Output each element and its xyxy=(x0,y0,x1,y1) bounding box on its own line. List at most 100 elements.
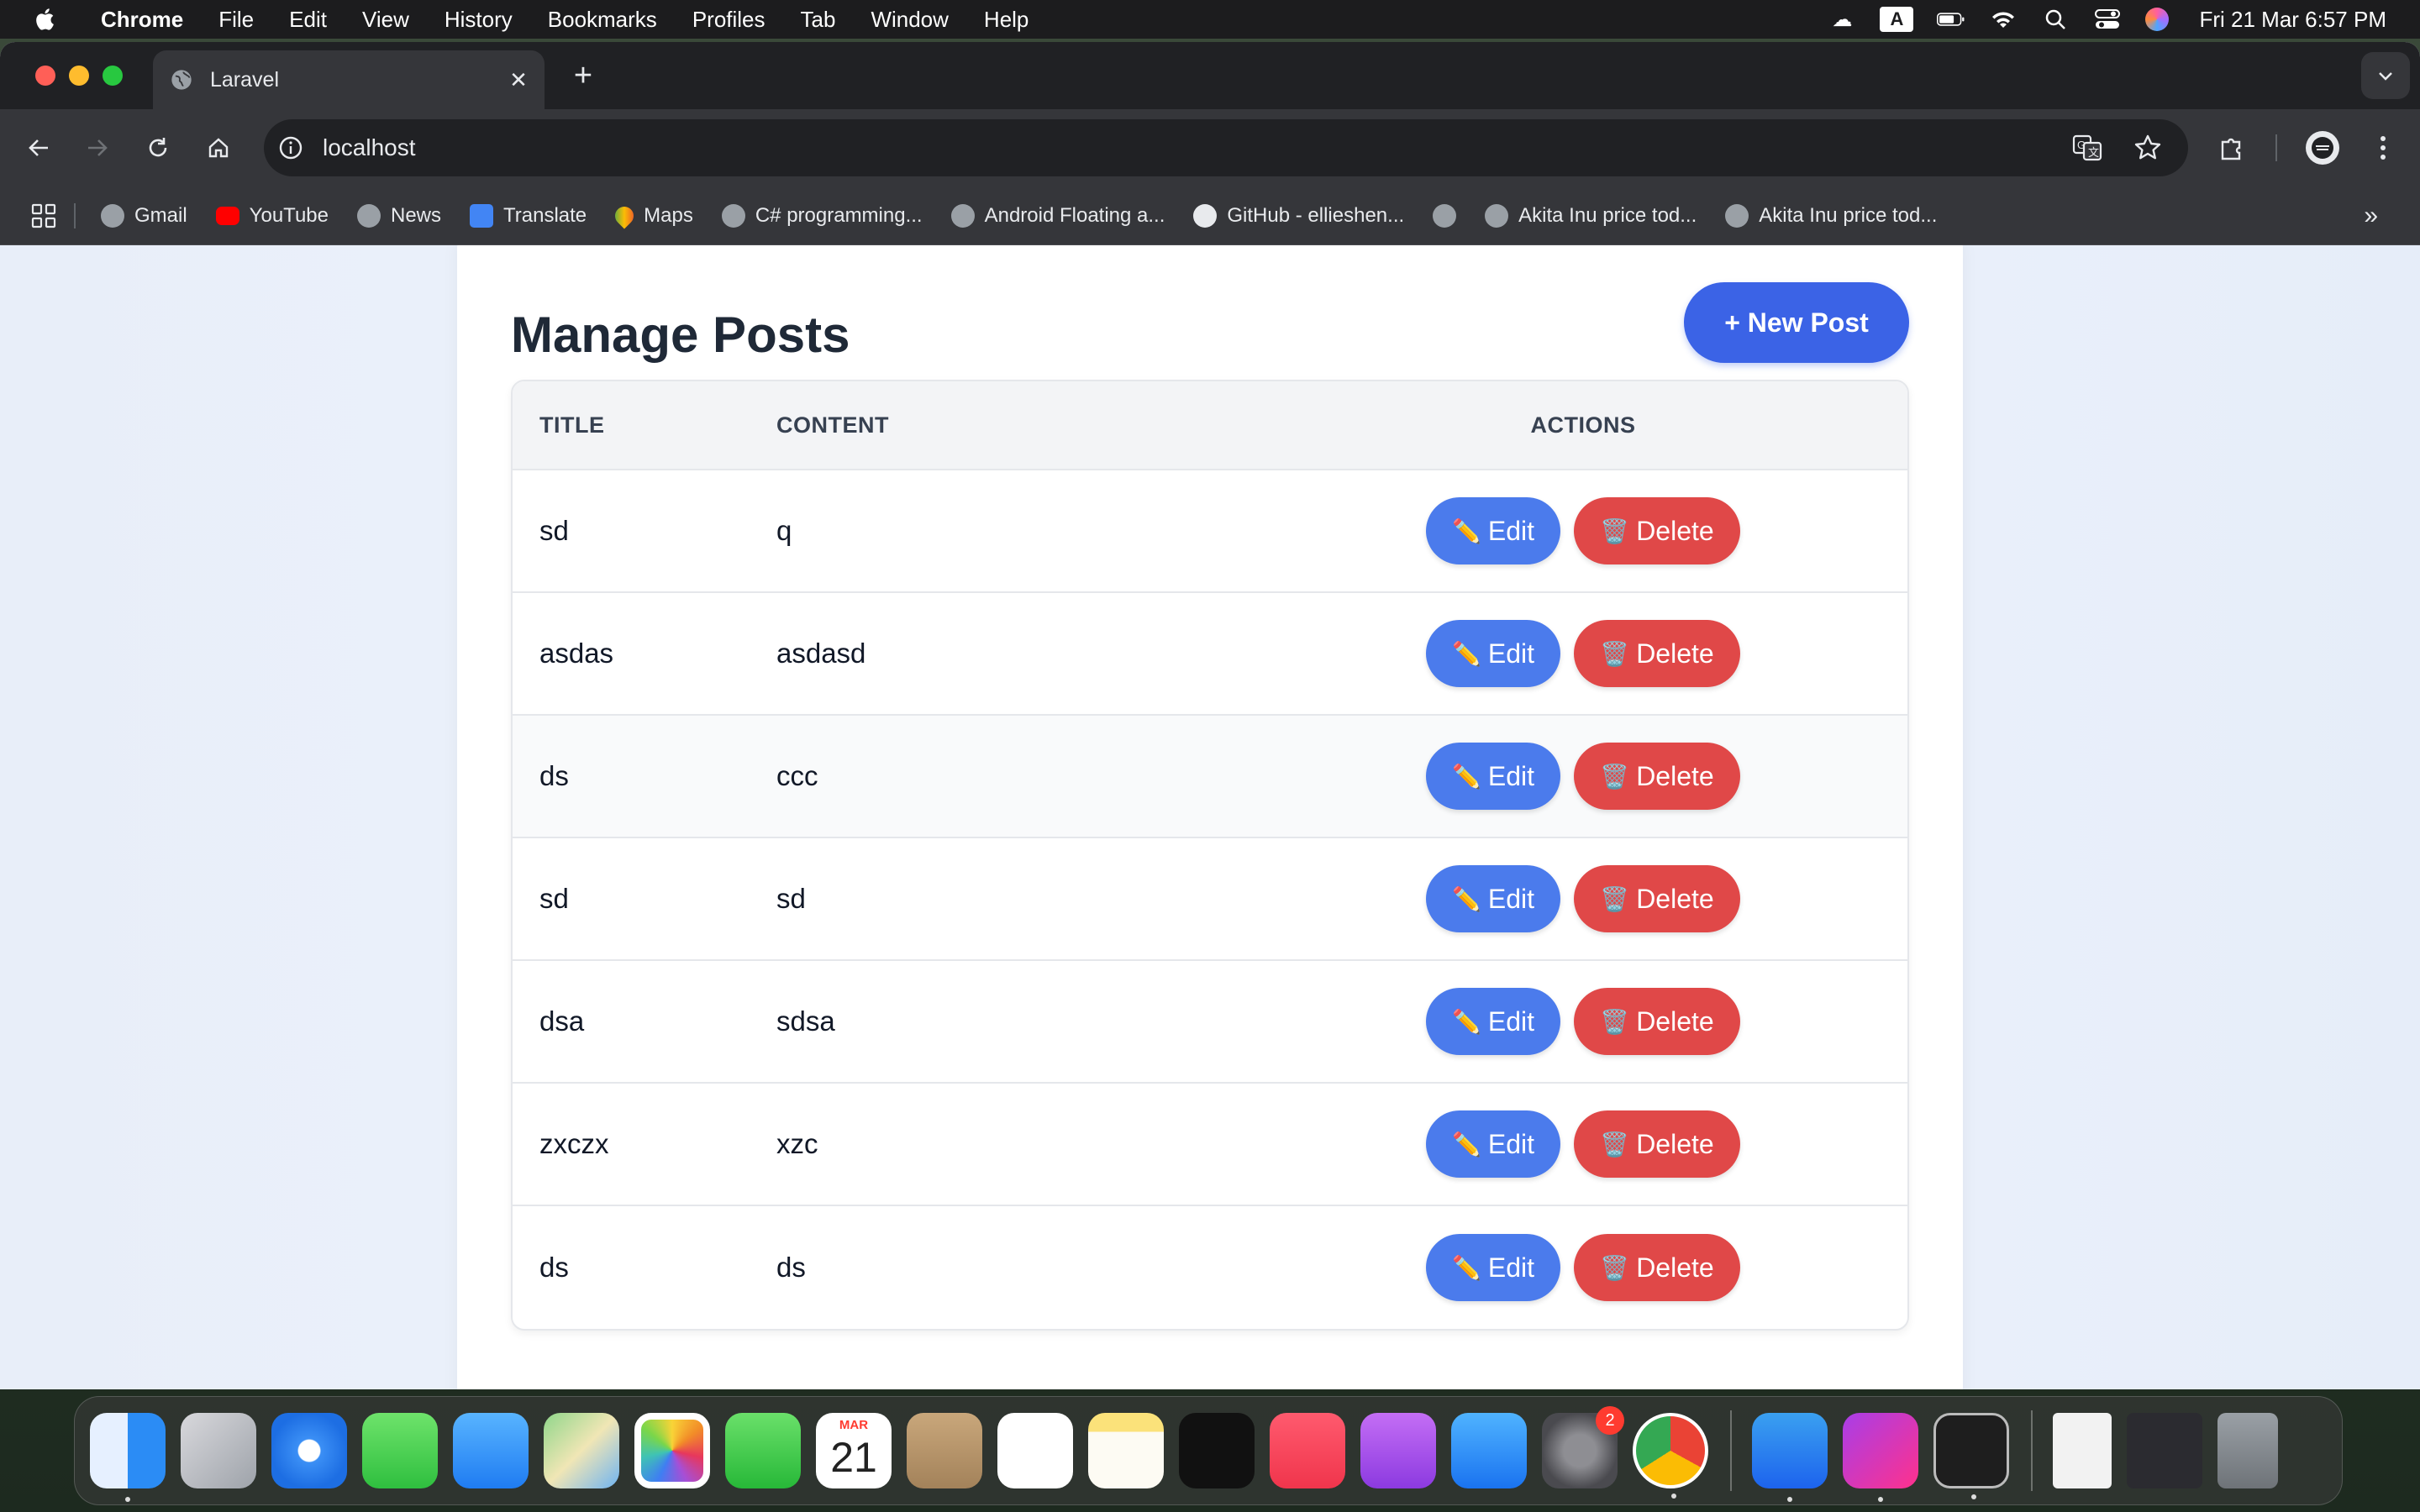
column-header-content[interactable]: CONTENT xyxy=(776,412,1259,438)
menu-file[interactable]: File xyxy=(218,7,254,33)
home-button[interactable] xyxy=(200,129,237,166)
tab-search-button[interactable] xyxy=(2361,52,2410,99)
launchpad-icon[interactable] xyxy=(181,1413,256,1488)
menu-view[interactable]: View xyxy=(362,7,409,33)
site-info-icon[interactable] xyxy=(277,134,304,161)
apple-tv-icon[interactable] xyxy=(1179,1413,1255,1488)
delete-button[interactable]: 🗑️ Delete xyxy=(1574,497,1740,564)
bookmark-youtube[interactable]: YouTube xyxy=(215,204,329,228)
system-settings-icon[interactable]: 2 xyxy=(1542,1406,1624,1488)
table-row: sd sd ✏️ Edit 🗑️ Delete xyxy=(513,838,1907,961)
edit-button[interactable]: ✏️ Edit xyxy=(1426,1110,1560,1178)
delete-label: Delete xyxy=(1636,638,1714,669)
delete-button[interactable]: 🗑️ Delete xyxy=(1574,1110,1740,1178)
column-header-title[interactable]: TITLE xyxy=(513,412,776,438)
table-body: sd q ✏️ Edit 🗑️ Delete asdas asdasd ✏️ Edit 🗑️ Dele… xyxy=(513,470,1907,1329)
bookmark-maps[interactable]: Maps xyxy=(611,202,693,229)
bookmark-translate[interactable]: Translate xyxy=(470,203,587,228)
edit-button[interactable]: ✏️ Edit xyxy=(1426,743,1560,810)
chrome-menu-button[interactable] xyxy=(2365,129,2402,166)
menu-tab[interactable]: Tab xyxy=(801,7,836,33)
bookmark-news[interactable]: News xyxy=(356,203,441,228)
battery-icon[interactable] xyxy=(1937,8,1965,31)
podcasts-icon[interactable] xyxy=(1360,1413,1436,1488)
delete-button[interactable]: 🗑️ Delete xyxy=(1574,620,1740,687)
mail-icon[interactable] xyxy=(453,1413,529,1488)
post-title-cell: zxczx xyxy=(539,1128,609,1159)
forward-button[interactable] xyxy=(79,129,116,166)
contacts-icon[interactable] xyxy=(907,1413,982,1488)
control-center-icon[interactable] xyxy=(2093,8,2122,31)
docker-icon[interactable] xyxy=(1752,1413,1828,1502)
messages-icon[interactable] xyxy=(362,1413,438,1488)
delete-button[interactable]: 🗑️ Delete xyxy=(1574,988,1740,1055)
reload-button[interactable] xyxy=(139,129,176,166)
spotlight-search-icon[interactable] xyxy=(2041,8,2070,31)
edit-button[interactable]: ✏️ Edit xyxy=(1426,1234,1560,1301)
menu-bar-clock[interactable]: Fri 21 Mar 6:57 PM xyxy=(2199,7,2386,33)
minimize-window-button[interactable] xyxy=(69,66,89,86)
trash-icon: 🗑️ xyxy=(1600,885,1630,912)
menu-app-name[interactable]: Chrome xyxy=(101,7,183,33)
delete-button[interactable]: 🗑️ Delete xyxy=(1574,1234,1740,1301)
photos-icon[interactable] xyxy=(634,1413,710,1488)
bookmark-csharp[interactable]: C# programming... xyxy=(721,203,923,228)
edit-button[interactable]: ✏️ Edit xyxy=(1426,497,1560,564)
bookmark-untitled[interactable] xyxy=(1433,203,1457,228)
reminders-icon[interactable] xyxy=(997,1413,1073,1488)
wifi-icon[interactable] xyxy=(1989,8,2018,31)
input-source-indicator[interactable]: A xyxy=(1880,7,1914,32)
extensions-button[interactable] xyxy=(2213,129,2250,166)
delete-label: Delete xyxy=(1636,1128,1714,1159)
bookmark-gmail[interactable]: Gmail xyxy=(101,203,187,228)
terminal-icon[interactable] xyxy=(1933,1413,2009,1499)
menu-history[interactable]: History xyxy=(445,7,513,33)
bookmark-github[interactable]: GitHub - ellieshen... xyxy=(1193,203,1404,228)
finder-icon[interactable] xyxy=(90,1413,166,1502)
menu-bookmarks[interactable]: Bookmarks xyxy=(548,7,657,33)
delete-button[interactable]: 🗑️ Delete xyxy=(1574,743,1740,810)
facetime-icon[interactable] xyxy=(725,1413,801,1488)
translate-icon[interactable]: G文 xyxy=(2072,133,2102,163)
apps-grid-icon[interactable] xyxy=(30,202,57,229)
apple-logo-icon[interactable] xyxy=(34,7,59,32)
menu-edit[interactable]: Edit xyxy=(289,7,327,33)
bookmark-android-floating[interactable]: Android Floating a... xyxy=(950,203,1165,228)
edit-button[interactable]: ✏️ Edit xyxy=(1426,620,1560,687)
bookmark-label: Translate xyxy=(503,203,587,227)
siri-icon[interactable] xyxy=(2145,8,2170,31)
close-tab-icon[interactable]: ✕ xyxy=(508,69,529,91)
url-text[interactable]: localhost xyxy=(323,134,416,161)
maps-icon[interactable] xyxy=(544,1413,619,1488)
pdf-document-icon[interactable] xyxy=(2053,1413,2112,1488)
music-icon[interactable] xyxy=(1270,1413,1345,1488)
menu-profiles[interactable]: Profiles xyxy=(692,7,765,33)
delete-button[interactable]: 🗑️ Delete xyxy=(1574,865,1740,932)
chrome-icon[interactable] xyxy=(1633,1413,1708,1499)
bookmark-akita-2[interactable]: Akita Inu price tod... xyxy=(1725,203,1937,228)
browser-tab-active[interactable]: Laravel ✕ xyxy=(153,50,544,109)
notes-icon[interactable] xyxy=(1088,1413,1164,1488)
calendar-icon[interactable]: MAR 21 xyxy=(816,1413,892,1488)
bookmark-akita-1[interactable]: Akita Inu price tod... xyxy=(1485,203,1697,228)
menu-window[interactable]: Window xyxy=(871,7,948,33)
maximize-window-button[interactable] xyxy=(103,66,123,86)
trash-icon: 🗑️ xyxy=(1600,763,1630,790)
trash-icon[interactable] xyxy=(2217,1413,2278,1488)
back-button[interactable] xyxy=(20,129,57,166)
bookmark-star-icon[interactable] xyxy=(2133,133,2163,163)
menu-help[interactable]: Help xyxy=(984,7,1028,33)
app-store-icon[interactable] xyxy=(1451,1413,1527,1488)
edit-button[interactable]: ✏️ Edit xyxy=(1426,988,1560,1055)
new-post-button[interactable]: + New Post xyxy=(1684,282,1909,363)
address-bar[interactable]: localhost G文 xyxy=(264,119,2188,176)
new-tab-button[interactable]: + xyxy=(565,57,602,94)
close-window-button[interactable] xyxy=(35,66,55,86)
recent-window-thumbnail[interactable] xyxy=(2127,1413,2202,1488)
bookmarks-overflow-icon[interactable]: » xyxy=(2364,202,2378,230)
weather-icon[interactable]: ☁ xyxy=(1828,8,1856,31)
phpstorm-icon[interactable] xyxy=(1843,1413,1918,1502)
profile-avatar[interactable] xyxy=(2304,129,2341,166)
edit-button[interactable]: ✏️ Edit xyxy=(1426,865,1560,932)
safari-icon[interactable] xyxy=(271,1413,347,1488)
